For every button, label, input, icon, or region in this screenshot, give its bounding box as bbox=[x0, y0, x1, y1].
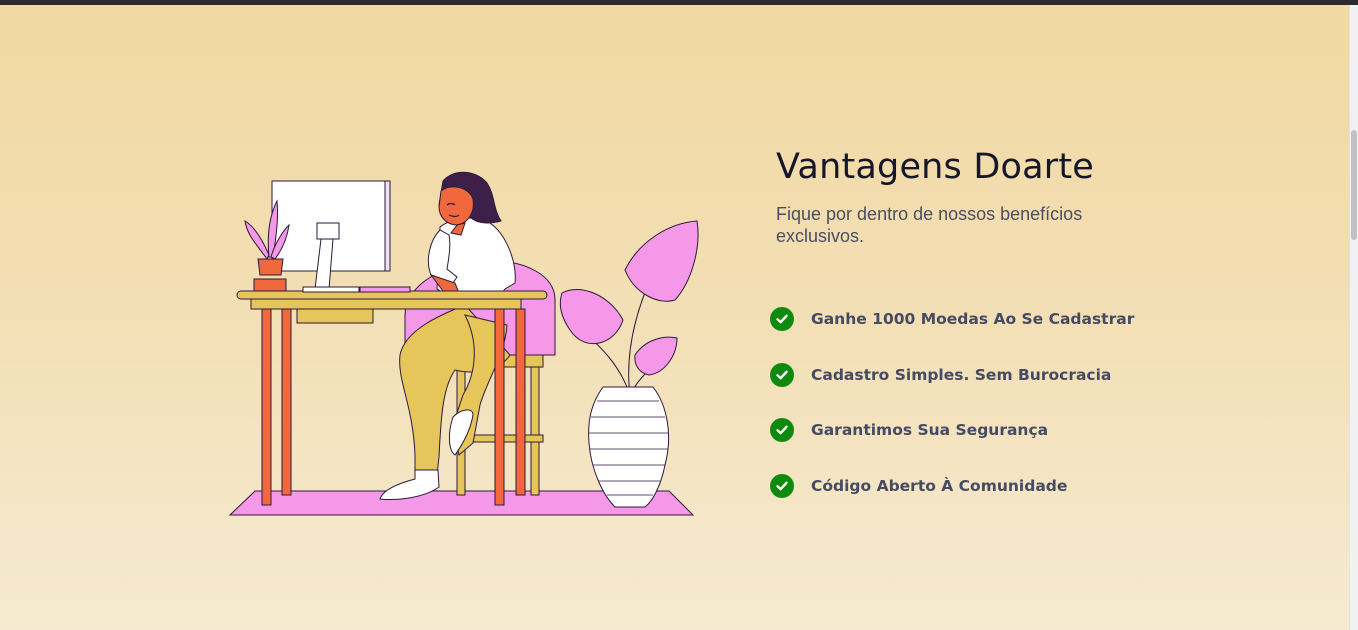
scrollbar-thumb[interactable] bbox=[1351, 130, 1357, 240]
browser-top-edge bbox=[0, 0, 1358, 5]
woman-at-computer-illustration bbox=[228, 171, 699, 516]
list-item: Cadastro Simples. Sem Burocracia bbox=[770, 362, 1134, 387]
section-title: Vantagens Doarte bbox=[776, 147, 1094, 187]
check-circle-icon bbox=[770, 418, 794, 442]
benefit-label: Cadastro Simples. Sem Burocracia bbox=[811, 365, 1112, 384]
benefits-list: Ganhe 1000 Moedas Ao Se Cadastrar Cadast… bbox=[770, 307, 1134, 529]
list-item: Ganhe 1000 Moedas Ao Se Cadastrar bbox=[770, 307, 1134, 331]
benefit-label: Garantimos Sua Segurança bbox=[811, 421, 1049, 439]
check-circle-icon bbox=[770, 362, 794, 387]
section-subtitle: Fique por dentro de nossos benefícios ex… bbox=[776, 204, 1083, 246]
vertical-scrollbar[interactable] bbox=[1349, 5, 1358, 630]
benefit-label: Ganhe 1000 Moedas Ao Se Cadastrar bbox=[811, 310, 1135, 328]
check-circle-icon bbox=[770, 307, 794, 331]
benefits-section: Vantagens Doarte Fique por dentro de nos… bbox=[770, 145, 1196, 498]
benefit-label: Código Aberto À Comunidade bbox=[811, 476, 1068, 495]
list-item: Código Aberto À Comunidade bbox=[770, 473, 1134, 498]
list-item: Garantimos Sua Segurança bbox=[770, 418, 1134, 442]
check-circle-icon bbox=[770, 473, 794, 498]
